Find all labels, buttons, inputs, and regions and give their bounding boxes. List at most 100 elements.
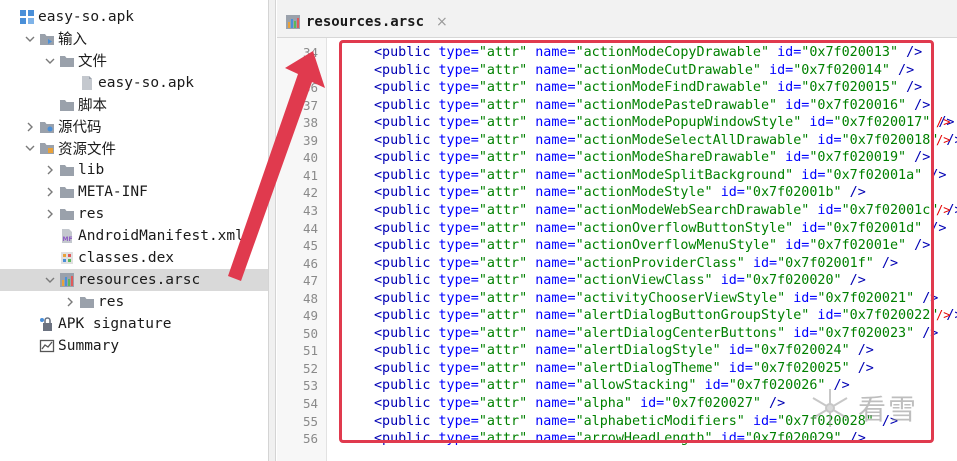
tree-item-item[interactable]: 脚本 — [0, 94, 268, 116]
code-line[interactable]: <public type="attr" name="actionModeCopy… — [374, 44, 922, 62]
xml-value-id: "0x7f02001c" — [841, 202, 939, 218]
xml-attr-type: type= — [438, 167, 479, 183]
xml-tag-close: /> — [898, 80, 923, 96]
code-line[interactable]: <public type="attr" name="actionOverflow… — [374, 220, 946, 238]
xml-attr-id: id= — [752, 255, 778, 271]
code-line[interactable]: <public type="attr" name="actionModeCutD… — [374, 62, 914, 80]
xml-value-id: "0x7f020026" — [728, 378, 826, 394]
tab-label: resources.arsc — [306, 14, 425, 30]
code-line[interactable]: <public type="attr" name="alertDialogBut… — [374, 307, 957, 325]
close-icon[interactable]: × — [436, 14, 448, 30]
file-icon — [79, 75, 95, 91]
code-line[interactable]: <public type="attr" name="actionProvider… — [374, 255, 898, 273]
code-line[interactable]: <public type="attr" name="actionModePopu… — [374, 114, 954, 132]
folder-icon — [59, 53, 75, 69]
tree-item-res[interactable]: res — [0, 291, 268, 313]
xml-value-type: "attr" — [478, 290, 528, 306]
tree-item-item[interactable]: 文件 — [0, 50, 268, 72]
tree-item-res[interactable]: res — [0, 203, 268, 225]
svg-text:MF: MF — [63, 236, 73, 243]
code-line[interactable]: <public type="attr" name="activityChoose… — [374, 290, 938, 308]
line-number: 42 — [302, 185, 318, 201]
xml-tag-close: /> — [922, 167, 947, 183]
xml-value-id: "0x7f020028" — [777, 413, 874, 429]
overflow-marker: /> — [936, 115, 951, 130]
xml-value-type: "attr" — [478, 185, 528, 201]
tab-resources-arsc[interactable]: resources.arsc × — [285, 8, 448, 36]
xml-value-id: "0x7f020023" — [817, 325, 915, 341]
folder-icon — [79, 294, 95, 310]
xml-tag-close: /> — [825, 378, 850, 394]
line-number: 37 — [302, 97, 318, 113]
xml-attr-id: id= — [801, 220, 826, 236]
code-line[interactable]: <public type="attr" name="alertDialogThe… — [374, 360, 874, 378]
tree-item-item[interactable]: 源代码 — [0, 116, 268, 138]
chevron-right-icon[interactable] — [44, 164, 56, 176]
xml-attr-name: name= — [535, 185, 576, 201]
tree-item-easy-so-apk[interactable]: easy-so.apk — [0, 72, 268, 94]
tree-item-label: META-INF — [78, 184, 148, 201]
chevron-right-icon[interactable] — [44, 208, 56, 220]
xml-value-name: "actionModePopupWindowStyle" — [575, 115, 802, 131]
tree-item-lib[interactable]: lib — [0, 159, 268, 181]
tree-item-androidmanifest-xml[interactable]: MF AndroidManifest.xml — [0, 225, 268, 247]
code-line[interactable]: <public type="attr" name="actionModePast… — [374, 97, 930, 115]
tree-item-apk-signature[interactable]: APK signature — [0, 313, 268, 335]
code-line[interactable]: <public type="attr" name="alphabeticModi… — [374, 413, 898, 431]
chevron-down-icon[interactable] — [24, 33, 36, 45]
code-line[interactable]: <public type="attr" name="actionModeWebS… — [374, 202, 957, 220]
line-number: 34 — [302, 45, 318, 60]
xml-tag: <public — [374, 431, 431, 447]
xml-tag: <public — [374, 273, 431, 289]
code-line[interactable]: <public type="attr" name="actionModeStyl… — [374, 184, 866, 202]
code-line[interactable]: <public type="attr" name="actionModeShar… — [374, 149, 930, 167]
line-number: 45 — [302, 238, 318, 254]
xml-attr-id: id= — [720, 273, 745, 289]
code-line[interactable]: <public type="attr" name="actionModeSele… — [374, 132, 957, 150]
chevron-right-icon[interactable] — [24, 121, 36, 133]
tree-item-label: res — [78, 206, 105, 223]
line-number: 51 — [302, 343, 318, 359]
xml-attr-name: name= — [535, 132, 576, 148]
xml-value-name: "allowStacking" — [575, 378, 697, 394]
xml-tag-close: /> — [849, 343, 874, 359]
xml-attr-id: id= — [704, 378, 729, 394]
xml-attr-type: type= — [438, 343, 479, 359]
code-line[interactable]: <public type="attr" name="arrowHeadLengt… — [374, 430, 866, 448]
xml-value-type: "attr" — [478, 378, 528, 394]
xml-value-type: "attr" — [478, 62, 528, 78]
xml-attr-type: type= — [438, 255, 479, 271]
tree-item-summary[interactable]: Summary — [0, 335, 268, 357]
code-line[interactable]: <public type="attr" name="alertDialogCen… — [374, 325, 938, 343]
code-line[interactable]: <public type="attr" name="actionViewClas… — [374, 272, 866, 290]
tree-item-meta-inf[interactable]: META-INF — [0, 181, 268, 203]
code-line[interactable]: <public type="attr" name="actionModeFind… — [374, 79, 922, 97]
tree-item-label: APK signature — [58, 315, 172, 332]
tree-item-classes-dex[interactable]: classes.dex — [0, 247, 268, 269]
xml-tag: <public — [374, 308, 431, 324]
chevron-down-icon[interactable] — [44, 55, 56, 67]
chevron-right-icon[interactable] — [64, 296, 76, 308]
code-line[interactable]: <public type="attr" name="actionOverflow… — [374, 237, 930, 255]
tree-item-item[interactable]: 资源文件 — [0, 137, 268, 159]
tree-item-easy-so-apk[interactable]: easy-so.apk — [0, 6, 268, 28]
chevron-down-icon[interactable] — [44, 274, 56, 286]
code-line[interactable]: <public type="attr" name="alertDialogSty… — [374, 342, 874, 360]
panel-splitter[interactable] — [268, 0, 276, 461]
chevron-right-icon[interactable] — [44, 186, 56, 198]
code-line[interactable]: <public type="attr" name="actionModeSpli… — [374, 167, 946, 185]
chevron-down-icon[interactable] — [24, 142, 36, 154]
xml-attr-type: type= — [438, 308, 479, 324]
code-line[interactable]: <public type="attr" name="allowStacking"… — [374, 377, 850, 395]
code-line[interactable]: <public type="attr" name="alpha" id="0x7… — [374, 395, 785, 413]
xml-attr-type: type= — [438, 132, 479, 148]
tree-item-resources-arsc[interactable]: resources.arsc — [0, 268, 268, 291]
xml-value-name: "alpha" — [575, 396, 632, 411]
tree-item-item[interactable]: 输入 — [0, 28, 268, 50]
